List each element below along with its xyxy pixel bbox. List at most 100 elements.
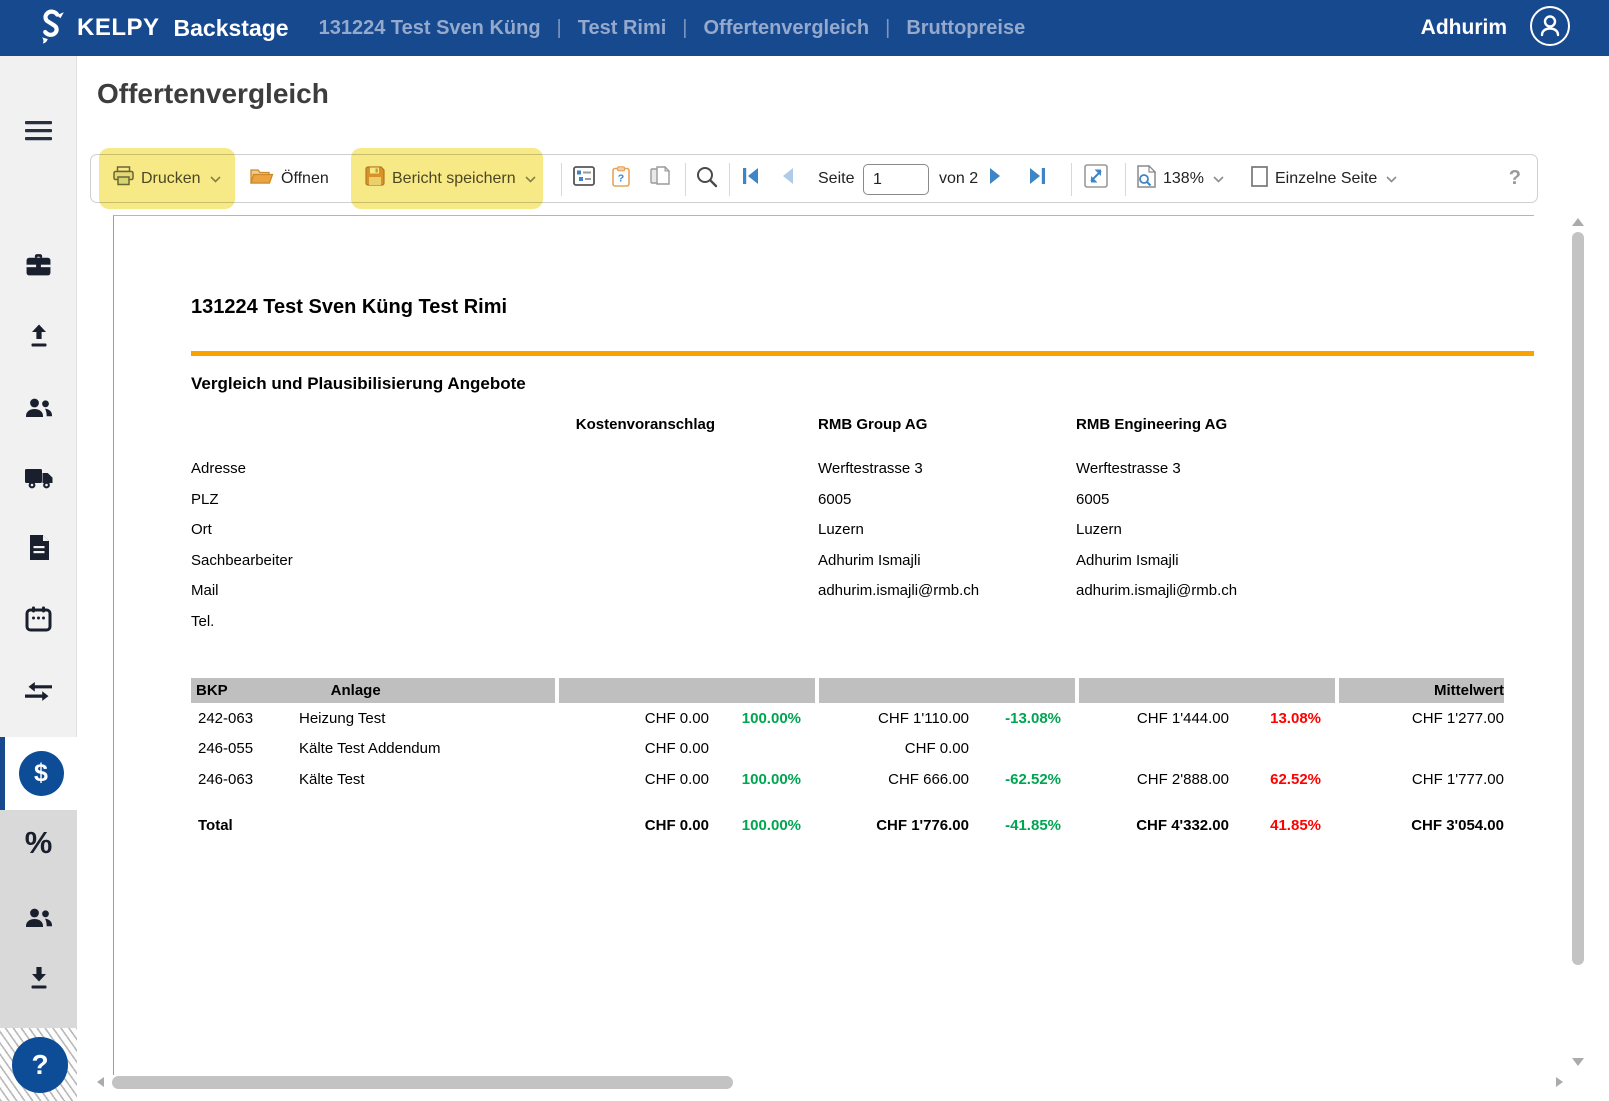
question-mark-icon: ? [31, 1049, 48, 1081]
zoom-value: 138% [1163, 170, 1204, 188]
sidebar-item-percent[interactable]: % [0, 811, 77, 875]
cell-engineering-percent: 13.08% [1229, 710, 1339, 727]
info-label: Ort [191, 521, 212, 538]
view-mode-value: Einzelne Seite [1275, 170, 1377, 188]
toolbar-separator [561, 163, 562, 196]
info-row-mail: Mail adhurim.ismajli@rmb.ch adhurim.isma… [191, 576, 1504, 607]
help-button[interactable]: ? [12, 1037, 68, 1093]
search-button[interactable] [695, 155, 718, 202]
toolbar-separator [729, 163, 730, 196]
info-label: Sachbearbeiter [191, 552, 293, 569]
menu-toggle-button[interactable] [0, 99, 77, 163]
breadcrumb-separator: | [682, 17, 687, 40]
breadcrumb-project[interactable]: 131224 Test Sven Küng [319, 17, 541, 40]
top-bar: KELPY Backstage 131224 Test Sven Küng | … [0, 0, 1609, 56]
horizontal-scrollbar-thumb[interactable] [112, 1076, 733, 1089]
first-page-button[interactable] [742, 155, 759, 202]
info-label: Adresse [191, 460, 246, 477]
sidebar-item-calendar[interactable] [0, 587, 77, 651]
cell-kv-percent: 100.00% [709, 771, 819, 788]
open-button[interactable]: Öffnen [250, 155, 329, 202]
save-floppy-icon [365, 166, 385, 191]
sidebar-item-logistics[interactable] [0, 446, 77, 510]
sidebar-item-partners[interactable] [0, 885, 77, 949]
vertical-scrollbar-thumb[interactable] [1572, 232, 1584, 965]
current-user-name: Adhurim [1421, 16, 1507, 40]
page-count-label: von 2 [939, 155, 978, 202]
table-header-band: BKP Anlage Mittelwert [191, 678, 1504, 703]
zoom-control[interactable]: 138% [1137, 155, 1224, 202]
chevron-down-icon [210, 170, 221, 188]
info-value-group: adhurim.ismajli@rmb.ch [818, 582, 979, 599]
total-kv-amount: CHF 0.00 [559, 817, 709, 834]
previous-page-button[interactable] [781, 155, 794, 202]
cell-kv-percent: 100.00% [709, 710, 819, 727]
save-report-label: Bericht speichern [392, 170, 516, 188]
document-map-button[interactable] [573, 155, 595, 202]
copy-pages-button[interactable] [649, 155, 671, 202]
toolbar-separator [1071, 163, 1072, 196]
vertical-scroll-down-arrow[interactable] [1572, 1058, 1584, 1066]
col-header-rmb-group: RMB Group AG [818, 416, 927, 433]
save-report-button[interactable]: Bericht speichern [365, 155, 536, 202]
sidebar-item-download[interactable] [0, 946, 77, 1010]
toolbar-separator [1125, 163, 1126, 196]
sidebar-item-documents[interactable] [0, 515, 77, 579]
last-page-button[interactable] [1029, 155, 1046, 202]
info-row-plz: PLZ 6005 6005 [191, 485, 1504, 516]
breadcrumb-offertenvergleich[interactable]: Offertenvergleich [704, 17, 870, 40]
view-mode-control[interactable]: Einzelne Seite [1251, 155, 1397, 202]
info-label: Mail [191, 582, 219, 599]
cell-engineering-amount: CHF 2'888.00 [1079, 771, 1229, 788]
comparison-table: 242-063 Heizung Test CHF 0.00 100.00% CH… [191, 703, 1504, 841]
cell-anlage: Kälte Test Addendum [299, 740, 559, 757]
user-avatar[interactable] [1529, 5, 1571, 52]
parameters-button[interactable]: ? [612, 155, 630, 202]
sidebar-item-offers-active[interactable]: $ [0, 737, 77, 810]
toolbar-help-button[interactable]: ? [1509, 155, 1521, 202]
users-icon-2 [24, 905, 53, 929]
total-mittelwert: CHF 3'054.00 [1339, 817, 1504, 834]
cell-group-percent: -62.52% [969, 771, 1079, 788]
cell-mittelwert: CHF 1'777.00 [1339, 771, 1504, 788]
breadcrumb-subproject[interactable]: Test Rimi [578, 17, 667, 40]
breadcrumb-bruttopreise[interactable]: Bruttopreise [906, 17, 1025, 40]
cell-group-amount: CHF 666.00 [819, 771, 969, 788]
info-value-engineering: Luzern [1076, 521, 1122, 538]
svg-text:?: ? [618, 172, 624, 184]
info-value-group: Werftestrasse 3 [818, 460, 923, 477]
horizontal-scroll-left-arrow[interactable] [97, 1077, 104, 1087]
info-value-group: 6005 [818, 491, 851, 508]
breadcrumb-separator: | [557, 17, 562, 40]
next-page-button[interactable] [989, 155, 1002, 202]
cell-group-percent: -13.08% [969, 710, 1079, 727]
folder-icon [250, 167, 274, 191]
next-page-icon [989, 167, 1002, 190]
cell-bkp: 246-055 [191, 740, 299, 757]
horizontal-scroll-right-arrow[interactable] [1556, 1077, 1563, 1087]
cell-group-amount: CHF 1'110.00 [819, 710, 969, 727]
document-icon [28, 534, 50, 561]
page-number-input[interactable] [863, 164, 929, 195]
toolbar-separator [685, 163, 686, 196]
vertical-scroll-up-arrow[interactable] [1572, 218, 1584, 226]
sidebar-item-transfer[interactable] [0, 660, 77, 724]
chevron-down-icon [525, 170, 536, 188]
cell-bkp: 242-063 [191, 710, 299, 727]
sidebar-item-projects[interactable] [0, 233, 77, 297]
info-value-engineering: Adhurim Ismajli [1076, 552, 1179, 569]
breadcrumb-separator: | [885, 17, 890, 40]
sidebar-item-contacts[interactable] [0, 375, 77, 439]
table-row: 246-055 Kälte Test Addendum CHF 0.00 CHF… [191, 734, 1504, 765]
table-row: 242-063 Heizung Test CHF 0.00 100.00% CH… [191, 703, 1504, 734]
sidebar-item-upload[interactable] [0, 304, 77, 368]
print-button[interactable]: Drucken [113, 155, 221, 202]
header-segment-mittelwert: Mittelwert [1339, 678, 1504, 703]
printer-icon [113, 166, 134, 191]
anlage-header: Anlage [228, 682, 381, 699]
cell-group-amount: CHF 0.00 [819, 740, 969, 757]
fullscreen-button[interactable] [1084, 155, 1108, 202]
info-row-tel: Tel. [191, 607, 1504, 638]
cell-mittelwert: CHF 1'277.00 [1339, 710, 1504, 727]
table-total-row: Total CHF 0.00 100.00% CHF 1'776.00 -41.… [191, 811, 1504, 842]
